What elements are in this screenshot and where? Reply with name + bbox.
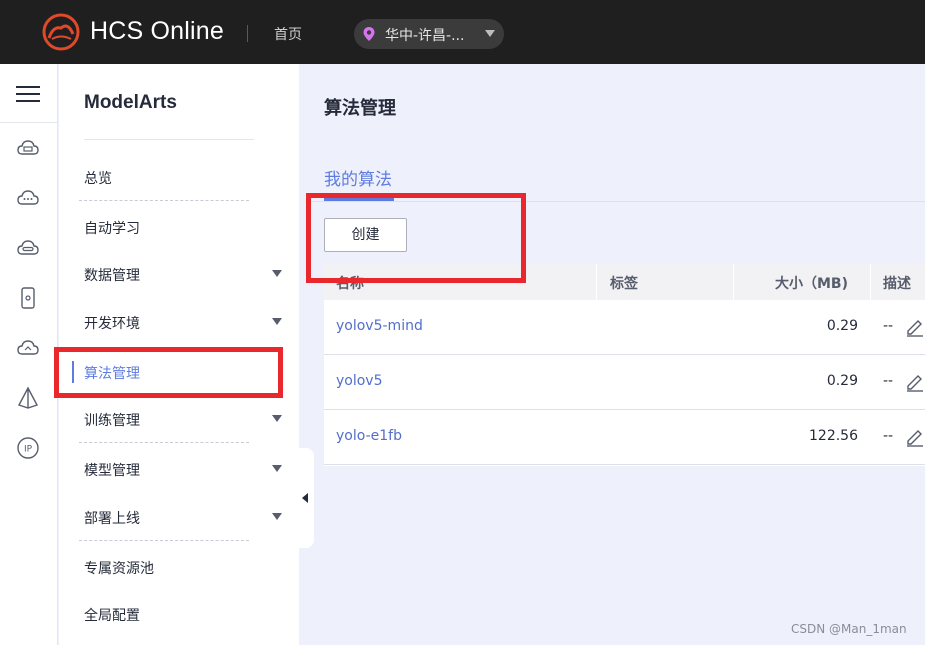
nav-item-dedicated-pool[interactable]: 专属资源池 bbox=[84, 558, 154, 578]
cloud-disk-icon[interactable] bbox=[16, 236, 40, 260]
tab-my-algorithms[interactable]: 我的算法 bbox=[324, 165, 392, 190]
algorithm-table: yolov5-mind 0.29 -- yolov5 0.29 -- yolo-… bbox=[324, 300, 925, 466]
ip-icon[interactable]: IP bbox=[16, 436, 40, 460]
nav-item-model-management[interactable]: 模型管理 bbox=[84, 460, 140, 480]
nav-divider bbox=[79, 442, 249, 443]
algorithm-size: 0.29 bbox=[826, 318, 858, 334]
nav-divider bbox=[79, 200, 249, 201]
edit-icon[interactable] bbox=[904, 426, 925, 447]
modelarts-icon[interactable] bbox=[16, 386, 40, 410]
region-selector[interactable]: 华中-许昌-... bbox=[354, 19, 504, 49]
column-divider bbox=[870, 264, 871, 300]
edit-icon[interactable] bbox=[904, 371, 925, 392]
nav-divider bbox=[79, 540, 249, 541]
nav-item-data-management[interactable]: 数据管理 bbox=[84, 265, 140, 285]
edit-icon[interactable] bbox=[904, 316, 925, 337]
brand-name[interactable]: HCS Online bbox=[90, 17, 224, 46]
cloud-backup-icon[interactable] bbox=[16, 336, 40, 360]
algorithm-size: 122.56 bbox=[809, 428, 858, 444]
nav-item-deployment[interactable]: 部署上线 bbox=[84, 508, 140, 528]
service-rail: IP bbox=[0, 64, 58, 645]
phone-icon[interactable] bbox=[16, 286, 40, 310]
region-label: 华中-许昌-... bbox=[385, 28, 465, 44]
column-header-size[interactable]: 大小（MB) bbox=[775, 273, 848, 293]
chevron-down-icon[interactable] bbox=[272, 270, 282, 277]
rail-divider bbox=[0, 122, 58, 123]
watermark: CSDN @Man_1man bbox=[791, 622, 907, 636]
chevron-down-icon[interactable] bbox=[272, 318, 282, 325]
chevron-down-icon[interactable] bbox=[272, 465, 282, 472]
page-title: 算法管理 bbox=[324, 98, 396, 119]
nav-title-divider bbox=[84, 139, 254, 140]
nav-title: ModelArts bbox=[84, 92, 177, 113]
topbar-divider bbox=[247, 25, 248, 42]
table-row: yolov5-mind 0.29 -- bbox=[324, 300, 925, 355]
algorithm-description: -- bbox=[883, 373, 894, 389]
menu-icon[interactable] bbox=[16, 84, 40, 104]
nav-item-overview[interactable]: 总览 bbox=[84, 168, 112, 188]
chevron-down-icon bbox=[485, 30, 495, 37]
column-header-tags: 标签 bbox=[610, 276, 638, 292]
cloud-icon[interactable] bbox=[16, 186, 40, 210]
algorithm-size: 0.29 bbox=[826, 373, 858, 389]
annotation-highlight-create bbox=[306, 193, 526, 283]
algorithm-name-link[interactable]: yolov5-mind bbox=[336, 318, 423, 334]
logo-icon[interactable] bbox=[41, 12, 81, 52]
svg-text:IP: IP bbox=[24, 445, 33, 455]
table-row: yolov5 0.29 -- bbox=[324, 355, 925, 410]
chevron-down-icon[interactable] bbox=[272, 513, 282, 520]
table-row: yolo-e1fb 122.56 -- bbox=[324, 410, 925, 465]
cloud-server-icon[interactable] bbox=[16, 136, 40, 160]
nav-item-dev-env[interactable]: 开发环境 bbox=[84, 313, 140, 333]
algorithm-name-link[interactable]: yolo-e1fb bbox=[336, 428, 402, 444]
chevron-left-icon bbox=[302, 493, 308, 503]
location-pin-icon bbox=[363, 27, 375, 41]
algorithm-description: -- bbox=[883, 428, 894, 444]
column-header-description: 描述 bbox=[883, 276, 911, 292]
annotation-highlight-nav bbox=[54, 347, 283, 398]
nav-collapse-toggle[interactable] bbox=[299, 448, 314, 548]
column-divider bbox=[596, 264, 597, 300]
algorithm-name-link[interactable]: yolov5 bbox=[336, 373, 383, 389]
column-divider bbox=[733, 264, 734, 300]
home-link[interactable]: 首页 bbox=[274, 24, 302, 44]
algorithm-description: -- bbox=[883, 318, 894, 334]
nav-item-training-management[interactable]: 训练管理 bbox=[84, 410, 140, 430]
chevron-down-icon[interactable] bbox=[272, 415, 282, 422]
nav-item-global-config[interactable]: 全局配置 bbox=[84, 605, 140, 625]
nav-item-auto-learning[interactable]: 自动学习 bbox=[84, 218, 140, 238]
top-bar: HCS Online 首页 华中-许昌-... bbox=[0, 0, 925, 64]
